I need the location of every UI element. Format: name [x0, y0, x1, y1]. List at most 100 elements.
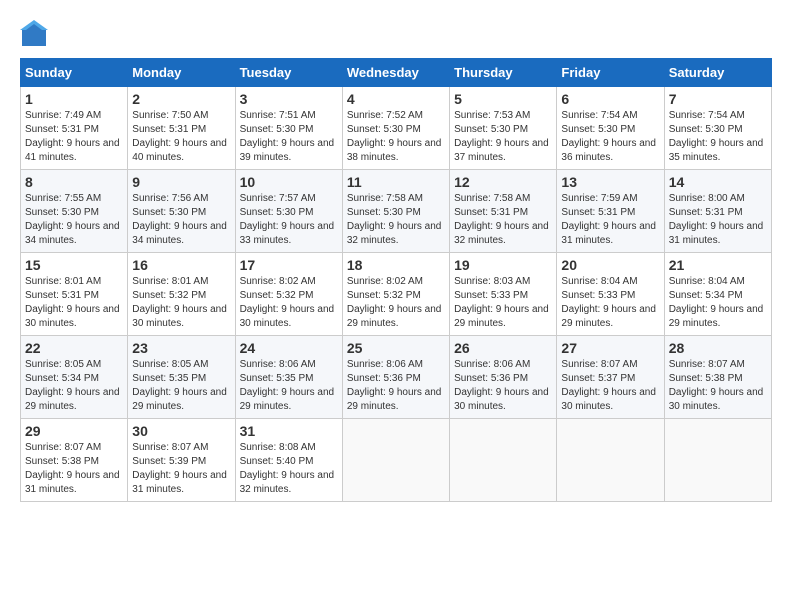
calendar-cell: 11 Sunrise: 7:58 AM Sunset: 5:30 PM Dayl…	[342, 170, 449, 253]
day-info: Sunrise: 8:01 AM Sunset: 5:31 PM Dayligh…	[25, 275, 123, 331]
calendar-cell	[450, 419, 557, 502]
calendar-cell: 10 Sunrise: 7:57 AM Sunset: 5:30 PM Dayl…	[235, 170, 342, 253]
day-info: Sunrise: 7:59 AM Sunset: 5:31 PM Dayligh…	[561, 192, 659, 248]
day-number: 23	[132, 340, 230, 356]
weekday-header-monday: Monday	[128, 59, 235, 87]
calendar-cell: 30 Sunrise: 8:07 AM Sunset: 5:39 PM Dayl…	[128, 419, 235, 502]
day-number: 15	[25, 257, 123, 273]
calendar-cell: 3 Sunrise: 7:51 AM Sunset: 5:30 PM Dayli…	[235, 87, 342, 170]
day-number: 31	[240, 423, 338, 439]
day-info: Sunrise: 8:06 AM Sunset: 5:36 PM Dayligh…	[454, 358, 552, 414]
calendar-header-row: SundayMondayTuesdayWednesdayThursdayFrid…	[21, 59, 772, 87]
logo	[20, 20, 52, 48]
calendar-cell: 15 Sunrise: 8:01 AM Sunset: 5:31 PM Dayl…	[21, 253, 128, 336]
day-number: 11	[347, 174, 445, 190]
day-info: Sunrise: 8:05 AM Sunset: 5:34 PM Dayligh…	[25, 358, 123, 414]
day-info: Sunrise: 8:04 AM Sunset: 5:34 PM Dayligh…	[669, 275, 767, 331]
day-number: 3	[240, 91, 338, 107]
calendar-cell: 17 Sunrise: 8:02 AM Sunset: 5:32 PM Dayl…	[235, 253, 342, 336]
day-info: Sunrise: 8:08 AM Sunset: 5:40 PM Dayligh…	[240, 441, 338, 497]
day-info: Sunrise: 8:06 AM Sunset: 5:35 PM Dayligh…	[240, 358, 338, 414]
weekday-header-thursday: Thursday	[450, 59, 557, 87]
calendar-cell: 8 Sunrise: 7:55 AM Sunset: 5:30 PM Dayli…	[21, 170, 128, 253]
day-number: 18	[347, 257, 445, 273]
day-number: 13	[561, 174, 659, 190]
weekday-header-wednesday: Wednesday	[342, 59, 449, 87]
day-number: 25	[347, 340, 445, 356]
day-number: 19	[454, 257, 552, 273]
day-info: Sunrise: 7:53 AM Sunset: 5:30 PM Dayligh…	[454, 109, 552, 165]
day-number: 5	[454, 91, 552, 107]
calendar-cell: 18 Sunrise: 8:02 AM Sunset: 5:32 PM Dayl…	[342, 253, 449, 336]
day-number: 17	[240, 257, 338, 273]
calendar-cell: 27 Sunrise: 8:07 AM Sunset: 5:37 PM Dayl…	[557, 336, 664, 419]
calendar-cell: 1 Sunrise: 7:49 AM Sunset: 5:31 PM Dayli…	[21, 87, 128, 170]
day-info: Sunrise: 7:52 AM Sunset: 5:30 PM Dayligh…	[347, 109, 445, 165]
weekday-header-saturday: Saturday	[664, 59, 771, 87]
day-info: Sunrise: 8:07 AM Sunset: 5:38 PM Dayligh…	[669, 358, 767, 414]
day-info: Sunrise: 7:55 AM Sunset: 5:30 PM Dayligh…	[25, 192, 123, 248]
calendar-cell: 24 Sunrise: 8:06 AM Sunset: 5:35 PM Dayl…	[235, 336, 342, 419]
day-info: Sunrise: 7:50 AM Sunset: 5:31 PM Dayligh…	[132, 109, 230, 165]
calendar-cell: 20 Sunrise: 8:04 AM Sunset: 5:33 PM Dayl…	[557, 253, 664, 336]
day-info: Sunrise: 8:02 AM Sunset: 5:32 PM Dayligh…	[240, 275, 338, 331]
day-info: Sunrise: 8:07 AM Sunset: 5:39 PM Dayligh…	[132, 441, 230, 497]
day-info: Sunrise: 8:07 AM Sunset: 5:38 PM Dayligh…	[25, 441, 123, 497]
calendar-cell: 7 Sunrise: 7:54 AM Sunset: 5:30 PM Dayli…	[664, 87, 771, 170]
day-info: Sunrise: 7:58 AM Sunset: 5:30 PM Dayligh…	[347, 192, 445, 248]
calendar-cell: 25 Sunrise: 8:06 AM Sunset: 5:36 PM Dayl…	[342, 336, 449, 419]
day-info: Sunrise: 8:04 AM Sunset: 5:33 PM Dayligh…	[561, 275, 659, 331]
calendar-cell: 19 Sunrise: 8:03 AM Sunset: 5:33 PM Dayl…	[450, 253, 557, 336]
day-info: Sunrise: 7:51 AM Sunset: 5:30 PM Dayligh…	[240, 109, 338, 165]
day-number: 6	[561, 91, 659, 107]
calendar-cell: 22 Sunrise: 8:05 AM Sunset: 5:34 PM Dayl…	[21, 336, 128, 419]
calendar-cell: 5 Sunrise: 7:53 AM Sunset: 5:30 PM Dayli…	[450, 87, 557, 170]
day-info: Sunrise: 7:56 AM Sunset: 5:30 PM Dayligh…	[132, 192, 230, 248]
calendar-cell: 13 Sunrise: 7:59 AM Sunset: 5:31 PM Dayl…	[557, 170, 664, 253]
calendar-cell: 31 Sunrise: 8:08 AM Sunset: 5:40 PM Dayl…	[235, 419, 342, 502]
day-info: Sunrise: 7:54 AM Sunset: 5:30 PM Dayligh…	[669, 109, 767, 165]
day-number: 30	[132, 423, 230, 439]
calendar-cell: 4 Sunrise: 7:52 AM Sunset: 5:30 PM Dayli…	[342, 87, 449, 170]
day-number: 26	[454, 340, 552, 356]
day-info: Sunrise: 7:49 AM Sunset: 5:31 PM Dayligh…	[25, 109, 123, 165]
calendar-week-row: 8 Sunrise: 7:55 AM Sunset: 5:30 PM Dayli…	[21, 170, 772, 253]
page-header	[20, 20, 772, 48]
day-info: Sunrise: 8:06 AM Sunset: 5:36 PM Dayligh…	[347, 358, 445, 414]
calendar-cell: 23 Sunrise: 8:05 AM Sunset: 5:35 PM Dayl…	[128, 336, 235, 419]
day-number: 16	[132, 257, 230, 273]
day-info: Sunrise: 8:07 AM Sunset: 5:37 PM Dayligh…	[561, 358, 659, 414]
weekday-header-tuesday: Tuesday	[235, 59, 342, 87]
day-number: 28	[669, 340, 767, 356]
day-number: 1	[25, 91, 123, 107]
weekday-header-friday: Friday	[557, 59, 664, 87]
day-number: 29	[25, 423, 123, 439]
day-number: 27	[561, 340, 659, 356]
calendar-cell: 29 Sunrise: 8:07 AM Sunset: 5:38 PM Dayl…	[21, 419, 128, 502]
day-number: 22	[25, 340, 123, 356]
day-number: 24	[240, 340, 338, 356]
calendar-cell: 14 Sunrise: 8:00 AM Sunset: 5:31 PM Dayl…	[664, 170, 771, 253]
day-info: Sunrise: 7:54 AM Sunset: 5:30 PM Dayligh…	[561, 109, 659, 165]
day-number: 4	[347, 91, 445, 107]
calendar-cell: 2 Sunrise: 7:50 AM Sunset: 5:31 PM Dayli…	[128, 87, 235, 170]
day-number: 9	[132, 174, 230, 190]
calendar-table: SundayMondayTuesdayWednesdayThursdayFrid…	[20, 58, 772, 502]
day-number: 20	[561, 257, 659, 273]
logo-icon	[20, 20, 48, 48]
calendar-cell	[342, 419, 449, 502]
calendar-cell: 9 Sunrise: 7:56 AM Sunset: 5:30 PM Dayli…	[128, 170, 235, 253]
day-info: Sunrise: 8:03 AM Sunset: 5:33 PM Dayligh…	[454, 275, 552, 331]
calendar-week-row: 22 Sunrise: 8:05 AM Sunset: 5:34 PM Dayl…	[21, 336, 772, 419]
day-number: 21	[669, 257, 767, 273]
weekday-header-sunday: Sunday	[21, 59, 128, 87]
day-info: Sunrise: 7:58 AM Sunset: 5:31 PM Dayligh…	[454, 192, 552, 248]
calendar-week-row: 29 Sunrise: 8:07 AM Sunset: 5:38 PM Dayl…	[21, 419, 772, 502]
day-info: Sunrise: 8:05 AM Sunset: 5:35 PM Dayligh…	[132, 358, 230, 414]
calendar-cell	[664, 419, 771, 502]
calendar-cell: 6 Sunrise: 7:54 AM Sunset: 5:30 PM Dayli…	[557, 87, 664, 170]
day-number: 7	[669, 91, 767, 107]
day-number: 2	[132, 91, 230, 107]
day-number: 14	[669, 174, 767, 190]
calendar-cell	[557, 419, 664, 502]
